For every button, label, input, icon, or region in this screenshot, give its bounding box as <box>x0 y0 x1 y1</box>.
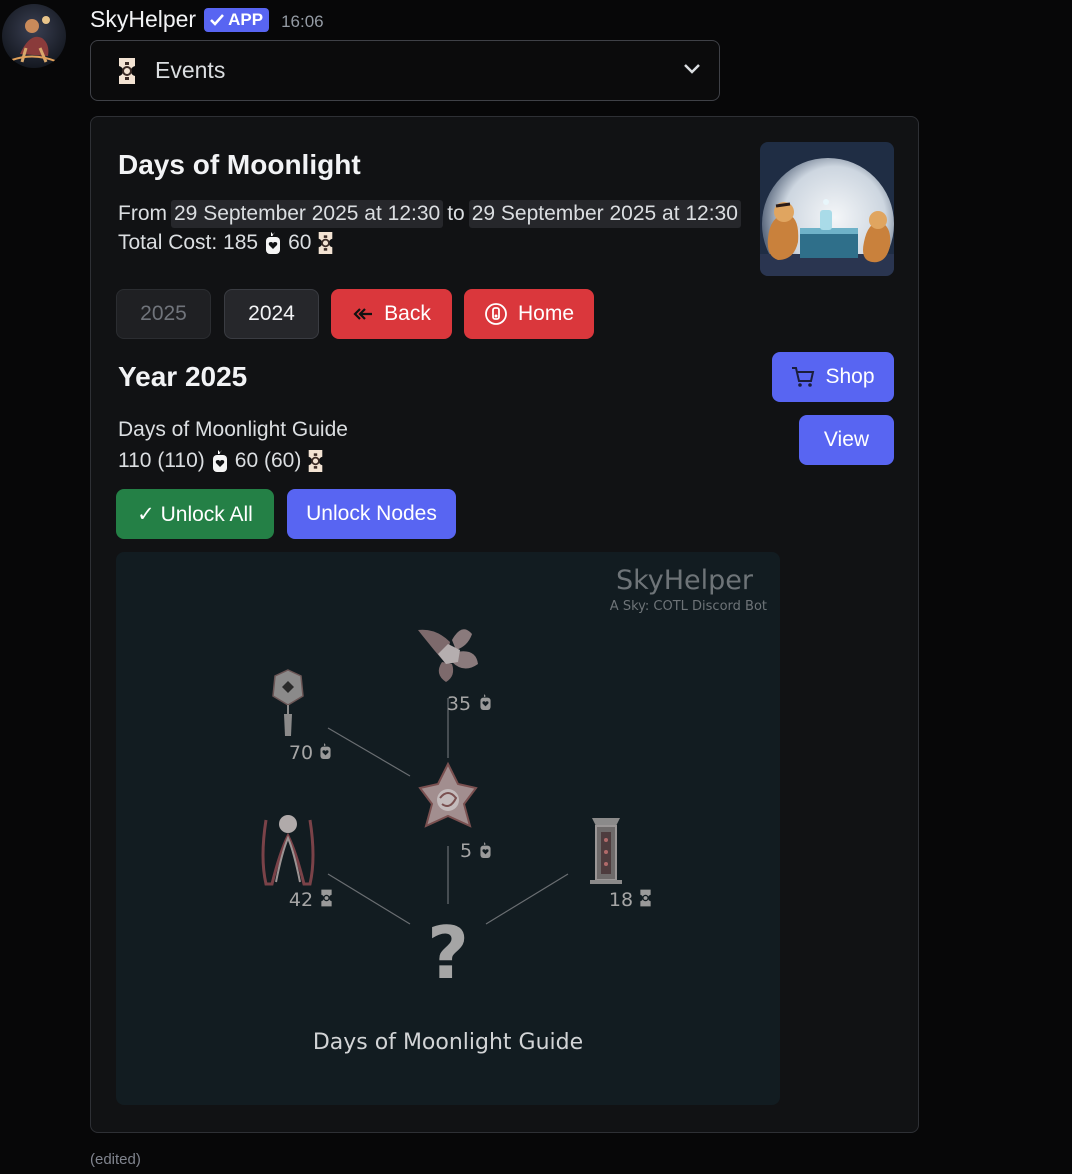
select-label: Events <box>155 57 226 83</box>
check-icon <box>210 13 225 26</box>
node-cost-cape: 42 <box>289 889 313 911</box>
total-cost-tickets: 60 <box>288 231 312 254</box>
total-cost: Total Cost: 185 60 <box>118 231 334 255</box>
candle-icon <box>320 743 331 759</box>
event-card: Days of Moonlight From 29 September 2025… <box>90 116 919 1133</box>
total-cost-label: Total Cost: 185 <box>118 231 259 254</box>
end-timestamp[interactable]: 29 September 2025 at 12:30 <box>468 200 741 228</box>
flower-icon <box>418 629 478 682</box>
unlock-nodes-button[interactable]: Unlock Nodes <box>287 489 456 539</box>
node-cost-shrine: 18 <box>609 889 633 911</box>
rewind-arrow-icon <box>353 308 373 320</box>
year-2024-button[interactable]: 2024 <box>224 289 319 339</box>
tree-node-emote: 5 <box>418 761 491 862</box>
question-icon: ? <box>427 911 469 995</box>
shrine-icon <box>590 818 622 884</box>
ticket-icon <box>639 889 652 907</box>
node-cost-lantern: 70 <box>289 742 313 764</box>
candle-icon <box>266 232 281 254</box>
guide-cost: 110 (110) 60 (60) <box>118 449 324 473</box>
shop-label: Shop <box>825 365 875 388</box>
app-badge: APP <box>204 7 270 32</box>
app-badge-label: APP <box>228 9 264 29</box>
spirit-tree-image[interactable]: SkyHelper A Sky: COTL Discord Bot 70 35 … <box>116 552 780 1105</box>
message-header: SkyHelper APP 16:06 <box>90 6 324 33</box>
username[interactable]: SkyHelper <box>90 6 196 33</box>
emote-icon <box>418 761 478 828</box>
event-thumbnail[interactable] <box>760 142 894 276</box>
home-label: Home <box>517 302 575 325</box>
node-cost-flower: 35 <box>447 693 471 715</box>
tree-caption: Days of Moonlight Guide <box>313 1030 583 1055</box>
back-label: Back <box>384 302 431 325</box>
from-label: From <box>118 202 167 225</box>
home-emblem-icon <box>485 303 507 325</box>
ticket-icon <box>119 57 135 84</box>
unlock-all-label: ✓ Unlock All <box>137 502 253 526</box>
unlock-nodes-label: Unlock Nodes <box>306 502 437 525</box>
cape-icon <box>261 815 315 886</box>
tree-node-lantern: 70 <box>272 669 331 764</box>
event-title: Days of Moonlight <box>118 149 361 180</box>
events-select[interactable]: Events <box>90 40 720 101</box>
chevron-down-icon <box>684 64 700 74</box>
timestamp: 16:06 <box>281 11 324 31</box>
year-2024-label: 2024 <box>248 302 295 325</box>
view-label: View <box>823 428 870 451</box>
candle-icon <box>480 842 491 858</box>
edited-indicator: (edited) <box>90 1151 141 1168</box>
lantern-icon <box>272 669 304 736</box>
ticket-icon <box>319 231 333 255</box>
year-2025-button[interactable]: 2025 <box>116 289 211 339</box>
ticket-icon <box>309 449 323 473</box>
guide-name: Days of Moonlight Guide <box>118 418 348 441</box>
tree-brand: SkyHelper <box>616 565 754 596</box>
tree-tagline: A Sky: COTL Discord Bot <box>610 599 767 614</box>
guide-candles-cost: 110 (110) <box>118 449 205 472</box>
year-2025-label: 2025 <box>140 302 187 325</box>
candle-icon <box>212 450 227 472</box>
candle-icon <box>480 694 491 710</box>
home-button[interactable]: Home <box>464 289 594 339</box>
unlock-all-button[interactable]: ✓ Unlock All <box>116 489 274 539</box>
event-dates: From 29 September 2025 at 12:30 to 29 Se… <box>118 200 745 228</box>
avatar[interactable] <box>2 4 66 68</box>
cart-icon <box>792 367 815 387</box>
shop-button[interactable]: Shop <box>772 352 894 402</box>
ticket-icon <box>320 889 333 907</box>
to-label: to <box>447 202 465 225</box>
tree-node-cape: 42 <box>261 815 333 911</box>
tree-node-shrine: 18 <box>590 818 652 911</box>
year-title: Year 2025 <box>118 361 248 392</box>
start-timestamp[interactable]: 29 September 2025 at 12:30 <box>171 200 444 228</box>
guide-tickets-cost: 60 (60) <box>234 449 302 472</box>
node-cost-emote: 5 <box>460 840 472 862</box>
back-button[interactable]: Back <box>331 289 452 339</box>
tree-node-mystery: ? <box>427 911 469 995</box>
view-button[interactable]: View <box>799 415 894 465</box>
tree-node-flower: 35 <box>418 629 491 715</box>
